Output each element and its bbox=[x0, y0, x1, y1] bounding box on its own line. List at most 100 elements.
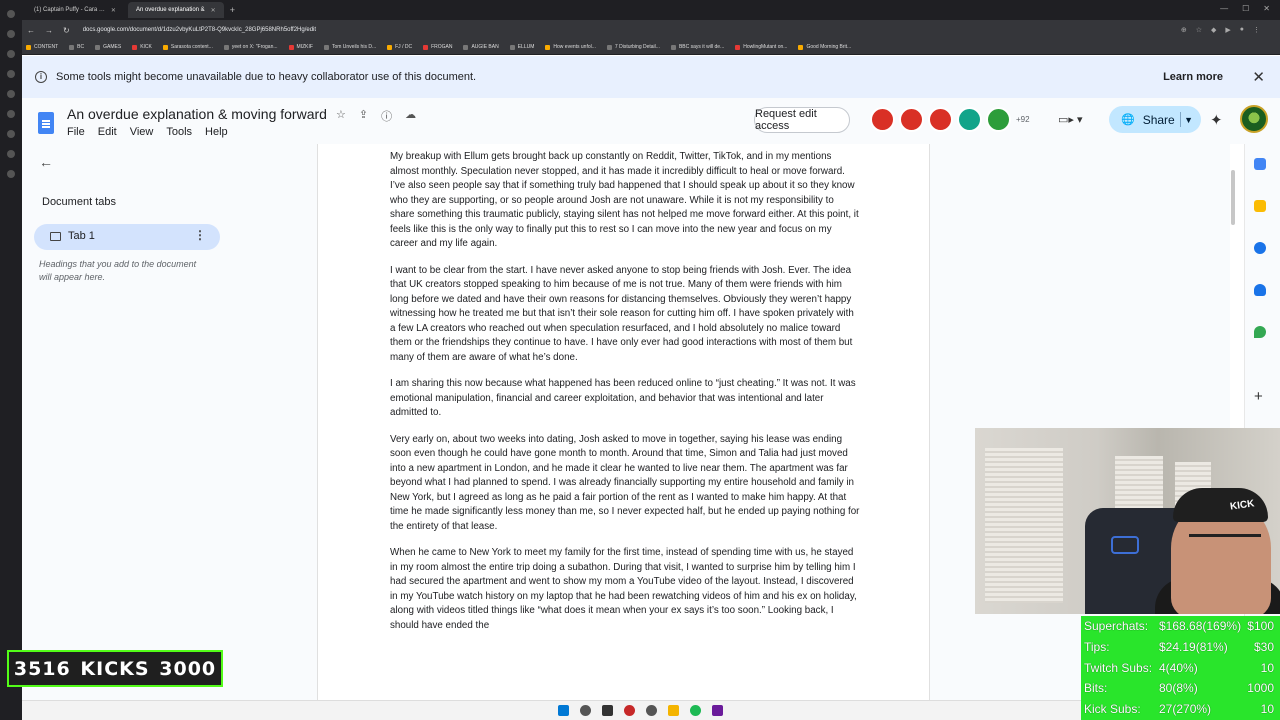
bookmark-item[interactable]: 7 Disturbing Detail... bbox=[606, 44, 660, 50]
extension-icon[interactable]: ◆ bbox=[1211, 26, 1216, 34]
zoom-icon[interactable]: ⊕ bbox=[1181, 26, 1187, 34]
bookmark-item[interactable]: ELLUM bbox=[509, 44, 534, 50]
chevron-down-icon[interactable]: ▼ bbox=[1184, 115, 1193, 125]
avatar[interactable] bbox=[870, 107, 895, 132]
sidebar-app-icon[interactable] bbox=[7, 150, 15, 158]
browser-tab-active[interactable]: An overdue explanation & ✕ bbox=[127, 2, 224, 18]
cloud-status-icon[interactable]: ☁ bbox=[405, 108, 416, 124]
sidebar-app-icon[interactable] bbox=[7, 90, 15, 98]
bookmark-star-icon[interactable]: ☆ bbox=[1196, 26, 1202, 34]
document-title[interactable]: An overdue explanation & moving forward bbox=[67, 106, 327, 122]
bookmark-label: FJ / DC bbox=[395, 44, 413, 50]
menu-dots-icon[interactable]: ⋮ bbox=[1253, 26, 1260, 34]
menu-help[interactable]: Help bbox=[205, 126, 228, 138]
sidebar-app-icon[interactable] bbox=[7, 10, 15, 18]
bookmark-label: 7 Disturbing Detail... bbox=[614, 44, 660, 50]
tab-item-tab-1[interactable]: Tab 1 ⋮ bbox=[34, 224, 220, 250]
more-collaborators-count[interactable]: +92 bbox=[1016, 115, 1030, 124]
reload-icon[interactable]: ↻ bbox=[63, 26, 70, 35]
scrollbar-thumb[interactable] bbox=[1231, 170, 1235, 225]
bookmark-favicon-icon bbox=[95, 44, 101, 50]
bookmark-item[interactable]: KICK bbox=[132, 44, 152, 50]
bookmark-item[interactable]: yeet on X: "Frogan... bbox=[223, 44, 278, 50]
search-icon[interactable] bbox=[580, 705, 591, 716]
bookmark-item[interactable]: MIZKIF bbox=[288, 44, 313, 50]
close-window-icon[interactable]: ✕ bbox=[1263, 4, 1270, 13]
back-icon[interactable]: ← bbox=[27, 26, 35, 35]
browser-tab[interactable]: (1) Captain Puffy - Cara … ✕ bbox=[26, 2, 124, 18]
bookmark-favicon-icon bbox=[423, 44, 429, 50]
bookmark-item[interactable]: AUGIE BAN bbox=[463, 44, 499, 50]
avatar[interactable] bbox=[986, 107, 1011, 132]
extension-icon[interactable]: ● bbox=[1240, 26, 1244, 34]
keep-icon[interactable] bbox=[1254, 200, 1266, 212]
goal-label: Bits: bbox=[1084, 681, 1108, 696]
calendar-icon[interactable] bbox=[1254, 158, 1266, 170]
bookmark-favicon-icon bbox=[387, 44, 393, 50]
meet-video-icon[interactable]: ▭▸ ▾ bbox=[1058, 113, 1083, 126]
menu-view[interactable]: View bbox=[130, 126, 154, 138]
profile-avatar[interactable] bbox=[1240, 105, 1268, 133]
gemini-sparkle-icon[interactable]: ✦ bbox=[1210, 111, 1223, 129]
app-icon[interactable] bbox=[712, 705, 723, 716]
menu-edit[interactable]: Edit bbox=[98, 126, 117, 138]
bookmark-item[interactable]: How events unfol... bbox=[545, 44, 596, 50]
menu-file[interactable]: File bbox=[67, 126, 85, 138]
docs-logo-icon[interactable] bbox=[38, 112, 54, 134]
windows-start-icon[interactable] bbox=[558, 705, 569, 716]
bookmark-item[interactable]: GAMES bbox=[95, 44, 121, 50]
spotify-icon[interactable] bbox=[690, 705, 701, 716]
minimize-icon[interactable]: — bbox=[1220, 4, 1228, 13]
avatar[interactable] bbox=[928, 107, 953, 132]
close-tab-icon[interactable]: ✕ bbox=[211, 7, 216, 14]
task-view-icon[interactable] bbox=[602, 705, 613, 716]
move-icon[interactable]: ⇪ bbox=[359, 108, 368, 124]
tasks-icon[interactable] bbox=[1254, 242, 1266, 254]
sidebar-app-icon[interactable] bbox=[7, 110, 15, 118]
url-field[interactable]: docs.google.com/document/d/1dzu2vbyKuLtP… bbox=[83, 27, 316, 33]
bookmark-item[interactable]: FROGAN bbox=[423, 44, 452, 50]
forward-icon[interactable]: → bbox=[45, 26, 53, 35]
sidebar-app-icon[interactable] bbox=[7, 170, 15, 178]
bookmark-item[interactable]: CONTENT bbox=[26, 44, 58, 50]
more-options-icon[interactable]: ⋮ bbox=[194, 228, 206, 242]
sidebar-app-icon[interactable] bbox=[7, 130, 15, 138]
back-arrow-icon[interactable]: ← bbox=[39, 154, 53, 170]
learn-more-link[interactable]: Learn more bbox=[1163, 71, 1223, 83]
document-tabs-heading: Document tabs bbox=[42, 196, 116, 208]
add-addon-icon[interactable]: + bbox=[1254, 388, 1263, 405]
extension-icon[interactable]: ▶ bbox=[1225, 26, 1230, 34]
app-icon[interactable] bbox=[624, 705, 635, 716]
sidebar-app-icon[interactable] bbox=[7, 50, 15, 58]
close-tab-icon[interactable]: ✕ bbox=[111, 7, 116, 14]
menu-tools[interactable]: Tools bbox=[166, 126, 192, 138]
close-icon[interactable]: ✕ bbox=[1252, 68, 1265, 86]
bookmark-item[interactable]: HowlingMutant on... bbox=[735, 44, 787, 50]
star-icon[interactable]: ☆ bbox=[336, 108, 346, 124]
request-edit-access-button[interactable]: Request edit access bbox=[754, 107, 850, 133]
new-tab-icon[interactable]: + bbox=[230, 5, 235, 15]
bookmark-item[interactable]: BBC says it will de... bbox=[670, 44, 724, 50]
maximize-icon[interactable]: ☐ bbox=[1242, 4, 1249, 13]
bookmark-item[interactable]: BC bbox=[69, 44, 84, 50]
details-icon[interactable]: ⓘ bbox=[381, 108, 392, 124]
file-explorer-icon[interactable] bbox=[668, 705, 679, 716]
bookmark-label: Sarasota content... bbox=[170, 44, 213, 50]
tab-title: An overdue explanation & bbox=[135, 7, 205, 13]
browser-icon[interactable] bbox=[646, 705, 657, 716]
bookmark-favicon-icon bbox=[463, 44, 469, 50]
bookmark-label: Good Morning Brit... bbox=[806, 44, 852, 50]
avatar[interactable] bbox=[899, 107, 924, 132]
sidebar-app-icon[interactable] bbox=[7, 70, 15, 78]
sidebar-app-icon[interactable] bbox=[7, 30, 15, 38]
bookmark-item[interactable]: Tom Unveils his D... bbox=[323, 44, 376, 50]
avatar[interactable] bbox=[957, 107, 982, 132]
bookmark-item[interactable]: Sarasota content... bbox=[162, 44, 213, 50]
bookmark-item[interactable]: FJ / DC bbox=[387, 44, 412, 50]
bookmark-item[interactable]: Good Morning Brit... bbox=[798, 44, 851, 50]
contacts-icon[interactable] bbox=[1254, 284, 1266, 296]
maps-icon[interactable] bbox=[1254, 326, 1266, 338]
bookmark-label: BC bbox=[77, 44, 85, 50]
tab-label: Tab 1 bbox=[68, 230, 95, 242]
share-button[interactable]: 🌐 Share ▼ bbox=[1109, 106, 1201, 133]
